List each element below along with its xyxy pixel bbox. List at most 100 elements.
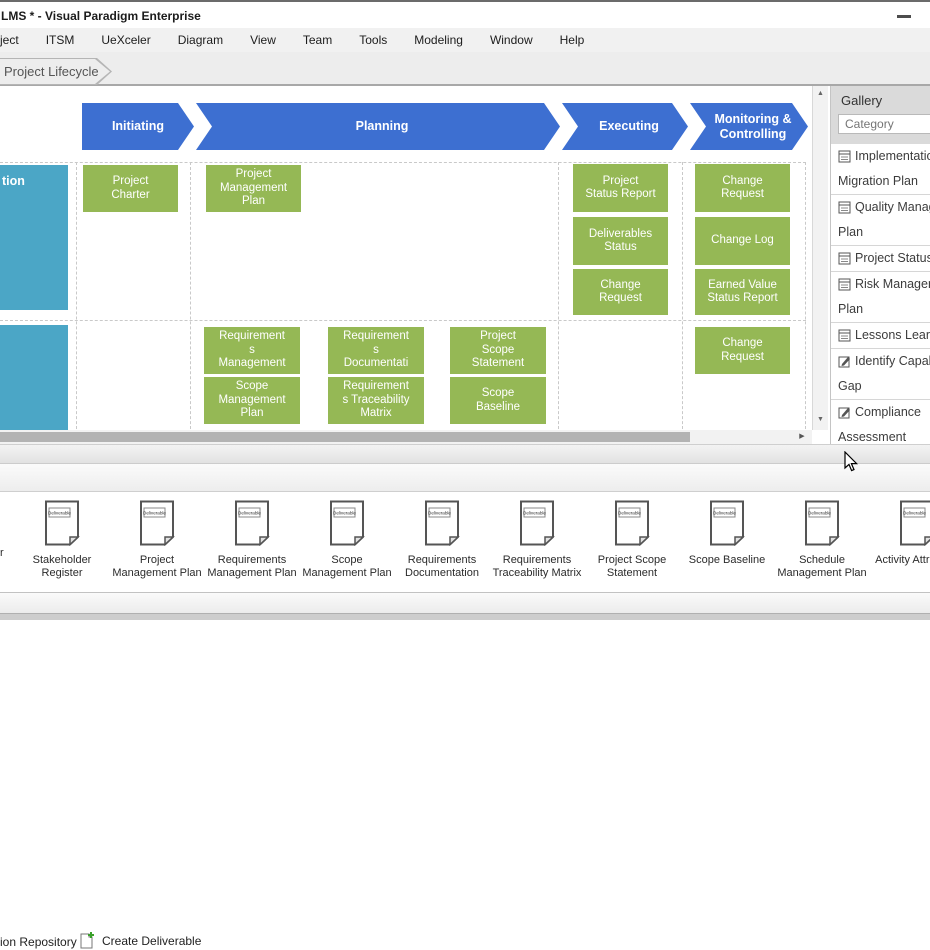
create-deliverable-label: Create Deliverable (102, 934, 201, 948)
minimize-icon[interactable] (897, 15, 911, 18)
deliverable-item-scope-management-plan[interactable]: Deliverable Scope Management Plan (300, 500, 394, 580)
box-scope-management-plan[interactable]: Scope Management Plan (204, 377, 300, 424)
diagram-tab-bar: Project Lifecycle (0, 52, 930, 86)
box-change-request[interactable]: Change Request (695, 327, 790, 374)
deliverable-item-requirements-documentation[interactable]: Deliverable Requirements Documentation (395, 500, 489, 580)
box-change-request[interactable]: Change Request (695, 164, 790, 212)
deliverable-document-icon: Deliverable (328, 500, 366, 546)
gallery-item-quality-management-plan[interactable]: Quality Manag Plan (831, 195, 930, 246)
gallery-item-project-status[interactable]: Project Status (831, 246, 930, 272)
grid-row-divider (0, 162, 806, 163)
tab-project-lifecycle[interactable]: Project Lifecycle (0, 58, 112, 85)
grid-row-divider (0, 320, 806, 321)
horizontal-scrollbar-thumb[interactable] (0, 432, 690, 442)
repository-tab-label[interactable]: ion Repository (0, 935, 77, 949)
gallery-item-identify-capability-gap[interactable]: Identify Capab Gap (831, 349, 930, 400)
deliverable-item-requirements-traceability-matrix[interactable]: Deliverable Requirements Traceability Ma… (490, 500, 584, 580)
lane-box-top[interactable]: tion (0, 165, 68, 310)
menu-item-project[interactable]: ject (0, 33, 19, 47)
gallery-list: Implementatio Migration Plan Quality Man… (831, 144, 930, 446)
svg-text:Deliverable: Deliverable (428, 511, 451, 516)
category-filter-input[interactable] (838, 114, 930, 134)
phase-monitoring-controlling[interactable]: Monitoring & Controlling (690, 103, 808, 150)
panel-separator (0, 444, 930, 464)
grid-column-divider (682, 162, 683, 444)
create-deliverable-button[interactable]: Create Deliverable (80, 932, 201, 950)
tab-project-lifecycle-label: Project Lifecycle (0, 59, 110, 84)
edit-icon (838, 406, 851, 419)
new-document-icon (80, 932, 96, 950)
menu-item-tools[interactable]: Tools (359, 33, 387, 47)
box-project-management-plan[interactable]: Project Management Plan (206, 165, 301, 212)
phase-initiating[interactable]: Initiating (82, 103, 194, 150)
menu-item-uexceler[interactable]: UeXceler (101, 33, 150, 47)
svg-text:Deliverable: Deliverable (523, 511, 546, 516)
gallery-item-implementation-migration-plan[interactable]: Implementatio Migration Plan (831, 144, 930, 195)
app-window: LMS * - Visual Paradigm Enterprise ject … (0, 0, 930, 620)
menu-item-window[interactable]: Window (490, 33, 533, 47)
grid-column-divider (558, 162, 559, 444)
grid-column-divider (190, 162, 191, 444)
box-requirements-traceability-matrix[interactable]: Requirement s Traceability Matrix (328, 377, 424, 424)
gallery-item-risk-management-plan[interactable]: Risk Managem Plan (831, 272, 930, 323)
deliverable-document-icon: Deliverable (423, 500, 461, 546)
deliverable-item-project-scope-statement[interactable]: Deliverable Project Scope Statement (585, 500, 679, 580)
deliverable-item-scope-baseline[interactable]: Deliverable Scope Baseline (680, 500, 774, 567)
gallery-title: Gallery (841, 93, 882, 108)
deliverable-document-icon: Deliverable (898, 500, 930, 546)
box-project-charter[interactable]: Project Charter (83, 165, 178, 212)
svg-text:Deliverable: Deliverable (713, 511, 736, 516)
scroll-down-icon[interactable]: ▼ (813, 416, 828, 423)
form-icon (838, 278, 851, 291)
menu-item-itsm[interactable]: ITSM (46, 33, 75, 47)
deliverable-document-icon: Deliverable (613, 500, 651, 546)
svg-text:Deliverable: Deliverable (808, 511, 831, 516)
deliverable-document-icon: Deliverable (803, 500, 841, 546)
form-icon (838, 201, 851, 214)
gallery-item-compliance-assessment[interactable]: Compliance Assessment (831, 400, 930, 446)
form-icon (838, 252, 851, 265)
box-earned-value-status-report[interactable]: Earned Value Status Report (695, 269, 790, 315)
grid-column-divider (76, 162, 77, 444)
menu-item-modeling[interactable]: Modeling (414, 33, 463, 47)
gallery-panel: Gallery Implementatio Migration Plan Qua… (830, 86, 930, 446)
bottom-strip (0, 613, 930, 620)
phase-planning[interactable]: Planning (196, 103, 560, 150)
phase-executing[interactable]: Executing (562, 103, 688, 150)
bottom-toolbar: ion Repository Create Deliverable (0, 464, 930, 492)
deliverable-item-activity-attributes[interactable]: Deliverable Activity Attributes (870, 500, 930, 567)
box-scope-baseline[interactable]: Scope Baseline (450, 377, 546, 424)
deliverable-item-requirements-management-plan[interactable]: Deliverable Requirements Management Plan (205, 500, 299, 580)
vertical-scrollbar[interactable]: ▲ ▼ (812, 86, 828, 430)
menu-item-diagram[interactable]: Diagram (178, 33, 223, 47)
mouse-cursor (843, 451, 859, 473)
deliverable-strip: r Deliverable Stakeholder Register Deliv… (0, 492, 930, 592)
status-bar (0, 592, 930, 613)
lane-box-bottom[interactable] (0, 325, 68, 430)
deliverable-document-icon: Deliverable (518, 500, 556, 546)
box-change-request[interactable]: Change Request (573, 269, 668, 315)
deliverable-item-schedule-management-plan[interactable]: Deliverable Schedule Management Plan (775, 500, 869, 580)
box-requirements-management[interactable]: Requirement s Management (204, 327, 300, 374)
menu-item-help[interactable]: Help (560, 33, 585, 47)
box-project-status-report[interactable]: Project Status Report (573, 164, 668, 212)
menu-item-view[interactable]: View (250, 33, 276, 47)
box-deliverables-status[interactable]: Deliverables Status (573, 217, 668, 265)
svg-text:Deliverable: Deliverable (618, 511, 641, 516)
deliverable-item-stakeholder-register[interactable]: Deliverable Stakeholder Register (15, 500, 109, 580)
grid-column-divider (805, 162, 806, 444)
box-requirements-documentation[interactable]: Requirement s Documentati (328, 327, 424, 374)
deliverable-item-project-management-plan[interactable]: Deliverable Project Management Plan (110, 500, 204, 580)
box-project-scope-statement[interactable]: Project Scope Statement (450, 327, 546, 374)
diagram-canvas[interactable]: Initiating Planning Executing Monitoring… (0, 86, 812, 444)
svg-text:Deliverable: Deliverable (903, 511, 926, 516)
menu-item-team[interactable]: Team (303, 33, 332, 47)
box-change-log[interactable]: Change Log (695, 217, 790, 265)
scroll-right-icon[interactable]: ▶ (794, 430, 810, 444)
form-icon (838, 150, 851, 163)
scroll-up-icon[interactable]: ▲ (813, 90, 828, 97)
gallery-item-lessons-learned[interactable]: Lessons Learn (831, 323, 930, 349)
edit-icon (838, 355, 851, 368)
svg-text:Deliverable: Deliverable (238, 511, 261, 516)
deliverable-document-icon: Deliverable (233, 500, 271, 546)
